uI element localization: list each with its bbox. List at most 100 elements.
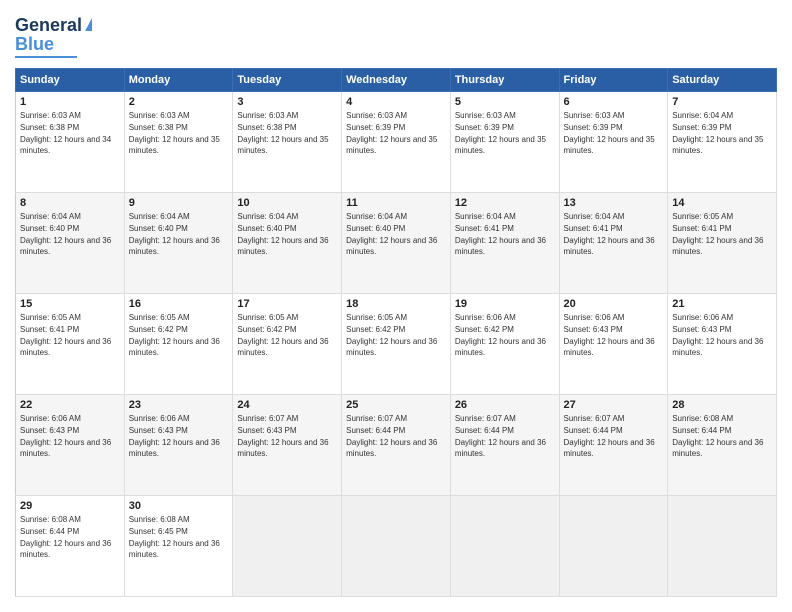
day-number: 22 (20, 399, 120, 411)
day-number: 26 (455, 399, 555, 411)
calendar-cell (450, 496, 559, 597)
calendar-cell: 23 Sunrise: 6:06 AMSunset: 6:43 PMDayligh… (124, 395, 233, 496)
cell-text: Sunrise: 6:05 AMSunset: 6:42 PMDaylight:… (346, 313, 437, 357)
calendar-cell: 27Sunrise: 6:07 AMSunset: 6:44 PMDayligh… (559, 395, 668, 496)
cell-text: Sunrise: 6:06 AMSunset: 6:43 PMDaylight:… (672, 313, 763, 357)
cell-text: Sunrise: 6:08 AMSunset: 6:44 PMDaylight:… (672, 414, 763, 458)
cell-text: Sunrise: 6:04 AMSunset: 6:39 PMDaylight:… (672, 111, 763, 155)
cell-text: Sunrise: 6:06 AMSunset: 6:43 PMDaylight:… (129, 414, 220, 458)
calendar-day-header: Saturday (668, 69, 777, 92)
cell-text: Sunrise: 6:05 AMSunset: 6:41 PMDaylight:… (20, 313, 111, 357)
day-number: 5 (455, 96, 555, 108)
day-number: 30 (129, 500, 229, 512)
day-number: 19 (455, 298, 555, 310)
cell-text: Sunrise: 6:06 AMSunset: 6:43 PMDaylight:… (564, 313, 655, 357)
calendar-cell: 4 Sunrise: 6:03 AMSunset: 6:39 PMDaylight… (342, 92, 451, 193)
calendar-cell: 12 Sunrise: 6:04 AMSunset: 6:41 PMDayligh… (450, 193, 559, 294)
day-number: 8 (20, 197, 120, 209)
calendar-cell: 16 Sunrise: 6:05 AMSunset: 6:42 PMDayligh… (124, 294, 233, 395)
calendar-cell: 19Sunrise: 6:06 AMSunset: 6:42 PMDayligh… (450, 294, 559, 395)
cell-text: Sunrise: 6:04 AMSunset: 6:40 PMDaylight:… (20, 212, 111, 256)
calendar-week-row: 29Sunrise: 6:08 AMSunset: 6:44 PMDayligh… (16, 496, 777, 597)
cell-text: Sunrise: 6:03 AMSunset: 6:39 PMDaylight:… (346, 111, 437, 155)
calendar-cell: 10 Sunrise: 6:04 AMSunset: 6:40 PMDayligh… (233, 193, 342, 294)
cell-text: Sunrise: 6:04 AMSunset: 6:40 PMDaylight:… (346, 212, 437, 256)
calendar-week-row: 1 Sunrise: 6:03 AMSunset: 6:38 PMDaylight… (16, 92, 777, 193)
day-number: 15 (20, 298, 120, 310)
logo: General Blue (15, 15, 92, 58)
cell-text: Sunrise: 6:04 AMSunset: 6:40 PMDaylight:… (237, 212, 328, 256)
cell-text: Sunrise: 6:07 AMSunset: 6:44 PMDaylight:… (346, 414, 437, 458)
day-number: 29 (20, 500, 120, 512)
calendar-cell: 21 Sunrise: 6:06 AMSunset: 6:43 PMDayligh… (668, 294, 777, 395)
calendar-day-header: Wednesday (342, 69, 451, 92)
calendar-week-row: 15 Sunrise: 6:05 AMSunset: 6:41 PMDayligh… (16, 294, 777, 395)
header: General Blue (15, 15, 777, 58)
day-number: 3 (237, 96, 337, 108)
calendar-cell: 7 Sunrise: 6:04 AMSunset: 6:39 PMDaylight… (668, 92, 777, 193)
calendar-day-header: Friday (559, 69, 668, 92)
calendar-cell: 20 Sunrise: 6:06 AMSunset: 6:43 PMDayligh… (559, 294, 668, 395)
day-number: 20 (564, 298, 664, 310)
calendar-week-row: 22 Sunrise: 6:06 AMSunset: 6:43 PMDayligh… (16, 395, 777, 496)
day-number: 21 (672, 298, 772, 310)
logo-underline (15, 56, 77, 58)
day-number: 10 (237, 197, 337, 209)
calendar-cell: 17 Sunrise: 6:05 AMSunset: 6:42 PMDayligh… (233, 294, 342, 395)
calendar-header-row: SundayMondayTuesdayWednesdayThursdayFrid… (16, 69, 777, 92)
calendar-cell: 26 Sunrise: 6:07 AMSunset: 6:44 PMDayligh… (450, 395, 559, 496)
cell-text: Sunrise: 6:07 AMSunset: 6:43 PMDaylight:… (237, 414, 328, 458)
calendar-cell: 13 Sunrise: 6:04 AMSunset: 6:41 PMDayligh… (559, 193, 668, 294)
cell-text: Sunrise: 6:05 AMSunset: 6:42 PMDaylight:… (129, 313, 220, 357)
cell-text: Sunrise: 6:05 AMSunset: 6:42 PMDaylight:… (237, 313, 328, 357)
calendar-day-header: Tuesday (233, 69, 342, 92)
day-number: 18 (346, 298, 446, 310)
calendar-cell: 30 Sunrise: 6:08 AMSunset: 6:45 PMDayligh… (124, 496, 233, 597)
calendar-cell: 22 Sunrise: 6:06 AMSunset: 6:43 PMDayligh… (16, 395, 125, 496)
cell-text: Sunrise: 6:05 AMSunset: 6:41 PMDaylight:… (672, 212, 763, 256)
calendar-cell: 11Sunrise: 6:04 AMSunset: 6:40 PMDayligh… (342, 193, 451, 294)
day-number: 2 (129, 96, 229, 108)
logo-triangle-icon (85, 18, 92, 31)
calendar-cell (342, 496, 451, 597)
calendar-cell: 3Sunrise: 6:03 AMSunset: 6:38 PMDaylight… (233, 92, 342, 193)
calendar-day-header: Thursday (450, 69, 559, 92)
day-number: 14 (672, 197, 772, 209)
cell-text: Sunrise: 6:06 AMSunset: 6:43 PMDaylight:… (20, 414, 111, 458)
calendar-cell (233, 496, 342, 597)
cell-text: Sunrise: 6:04 AMSunset: 6:41 PMDaylight:… (564, 212, 655, 256)
day-number: 23 (129, 399, 229, 411)
day-number: 28 (672, 399, 772, 411)
calendar-cell: 14 Sunrise: 6:05 AMSunset: 6:41 PMDayligh… (668, 193, 777, 294)
day-number: 16 (129, 298, 229, 310)
calendar-cell: 2 Sunrise: 6:03 AMSunset: 6:38 PMDaylight… (124, 92, 233, 193)
day-number: 4 (346, 96, 446, 108)
cell-text: Sunrise: 6:04 AMSunset: 6:40 PMDaylight:… (129, 212, 220, 256)
cell-text: Sunrise: 6:03 AMSunset: 6:38 PMDaylight:… (20, 111, 111, 155)
day-number: 13 (564, 197, 664, 209)
logo-general: General (15, 15, 82, 36)
calendar-cell: 9Sunrise: 6:04 AMSunset: 6:40 PMDaylight… (124, 193, 233, 294)
calendar-body: 1 Sunrise: 6:03 AMSunset: 6:38 PMDaylight… (16, 92, 777, 597)
page: General Blue SundayMondayTuesdayWednesda… (0, 0, 792, 612)
calendar-cell: 1 Sunrise: 6:03 AMSunset: 6:38 PMDaylight… (16, 92, 125, 193)
calendar-cell: 5Sunrise: 6:03 AMSunset: 6:39 PMDaylight… (450, 92, 559, 193)
day-number: 7 (672, 96, 772, 108)
calendar-cell: 18 Sunrise: 6:05 AMSunset: 6:42 PMDayligh… (342, 294, 451, 395)
cell-text: Sunrise: 6:07 AMSunset: 6:44 PMDaylight:… (455, 414, 546, 458)
cell-text: Sunrise: 6:04 AMSunset: 6:41 PMDaylight:… (455, 212, 546, 256)
calendar-cell: 28 Sunrise: 6:08 AMSunset: 6:44 PMDayligh… (668, 395, 777, 496)
day-number: 27 (564, 399, 664, 411)
calendar-cell (668, 496, 777, 597)
calendar-week-row: 8 Sunrise: 6:04 AMSunset: 6:40 PMDaylight… (16, 193, 777, 294)
day-number: 12 (455, 197, 555, 209)
cell-text: Sunrise: 6:03 AMSunset: 6:39 PMDaylight:… (564, 111, 655, 155)
day-number: 17 (237, 298, 337, 310)
calendar-cell (559, 496, 668, 597)
cell-text: Sunrise: 6:03 AMSunset: 6:38 PMDaylight:… (129, 111, 220, 155)
cell-text: Sunrise: 6:08 AMSunset: 6:45 PMDaylight:… (129, 515, 220, 559)
logo-blue: Blue (15, 34, 54, 55)
day-number: 24 (237, 399, 337, 411)
day-number: 1 (20, 96, 120, 108)
calendar-cell: 6Sunrise: 6:03 AMSunset: 6:39 PMDaylight… (559, 92, 668, 193)
